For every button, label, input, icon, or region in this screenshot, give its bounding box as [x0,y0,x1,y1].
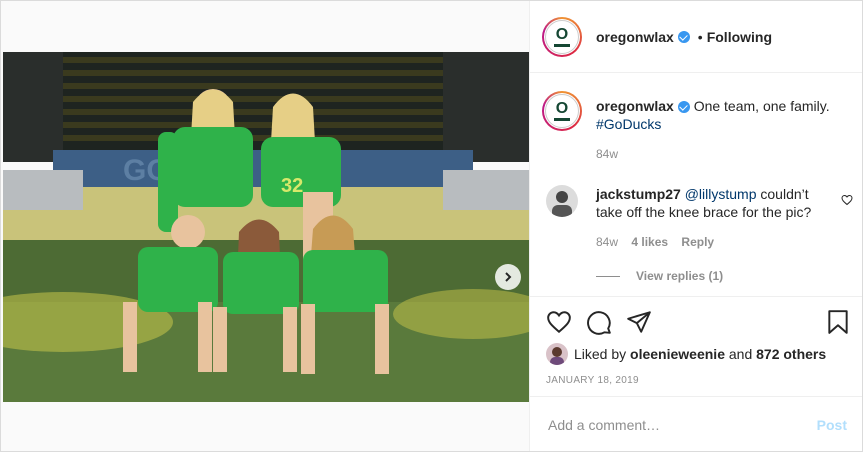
chevron-right-icon [505,272,512,282]
small-heart-icon [841,194,853,206]
post-comment-button[interactable]: Post [817,417,847,433]
comment-username[interactable]: jackstump27 [596,186,681,202]
comment-likes[interactable]: 4 likes [631,235,668,249]
post-photo: GO 32 [3,52,529,402]
add-comment-bar: Post [530,396,862,451]
comment-input[interactable] [546,415,800,434]
media-panel: GO 32 [1,1,529,451]
comment-button[interactable] [586,309,612,335]
caption-text: oregonwlax One team, one family. #GoDuck… [596,97,847,133]
next-slide-button[interactable] [495,264,521,290]
save-button[interactable] [825,309,851,335]
paper-plane-icon [627,311,651,333]
caption-avatar[interactable]: O [542,91,582,131]
commenter-avatar[interactable] [546,185,578,217]
following-button[interactable]: Following [707,29,772,45]
caption-hashtag[interactable]: #GoDucks [596,116,661,132]
verified-badge-icon [677,30,690,43]
comment-icon [587,311,611,335]
likes-summary: Liked by oleenieweenie and 872 others [574,345,826,363]
heart-icon [547,311,571,334]
comment-meta: 84w 4 likes Reply [596,235,847,249]
caption-username[interactable]: oregonwlax [596,98,674,114]
account-username[interactable]: oregonwlax [596,29,674,45]
comment-mention[interactable]: @lillystump [685,186,757,202]
view-replies-label[interactable]: View replies (1) [636,269,723,283]
post-actions: Liked by oleenieweenie and 872 others JA… [530,296,862,407]
like-button[interactable] [546,309,572,335]
likes-and: and [728,346,753,362]
caption-time: 84w [596,147,619,161]
liker-username[interactable]: oleenieweenie [630,346,725,362]
likes-prefix: Liked by [574,346,627,362]
verified-badge-icon [677,101,690,114]
replies-divider [596,275,620,277]
comments-section: O oregonwlax One team, one family. #GoDu… [530,73,862,295]
caption-body: One team, one family. [693,98,830,114]
post-header: O oregonwlax • Following [530,1,862,73]
account-avatar[interactable]: O [542,16,582,57]
oregon-logo-icon: O [545,94,579,128]
liker-avatar[interactable] [546,343,568,365]
svg-text:32: 32 [281,175,303,197]
follow-separator: • [697,28,703,45]
share-button[interactable] [626,309,652,335]
comment-like-button[interactable] [841,193,853,211]
view-replies[interactable]: View replies (1) [596,269,847,283]
likes-others[interactable]: 872 others [756,346,826,362]
oregon-logo-icon: O [545,19,579,54]
post-date: JANUARY 18, 2019 [546,375,639,386]
comment-time: 84w [596,235,619,249]
comment-text: jackstump27 @lillystump couldn’t take of… [596,185,827,221]
bookmark-icon [828,310,848,334]
post-sidebar: O oregonwlax • Following O oregonwlax On… [529,1,862,451]
post-dialog: GO 32 O oregonwlax • Following O oregonw… [0,0,863,452]
comment-reply-button[interactable]: Reply [681,235,714,249]
